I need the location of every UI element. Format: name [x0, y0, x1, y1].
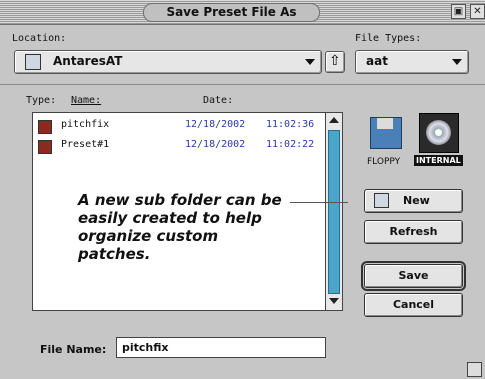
- file-icon: [38, 140, 52, 154]
- scroll-up-icon[interactable]: [329, 117, 339, 123]
- file-name-label: File Name:: [40, 343, 107, 356]
- file-types-value: aat: [366, 54, 388, 68]
- list-item[interactable]: pitchfix 12/18/2002 11:02:36: [33, 119, 325, 137]
- location-label: Location:: [12, 33, 67, 44]
- chevron-down-icon: [452, 59, 462, 65]
- annotation-text: A new sub folder can be easily created t…: [78, 191, 282, 263]
- chevron-down-icon: [305, 59, 315, 65]
- divider: [0, 84, 485, 85]
- scroll-track[interactable]: [328, 130, 340, 294]
- list-scrollbar[interactable]: [325, 112, 343, 311]
- folder-icon: [374, 193, 389, 208]
- folder-icon: [25, 54, 41, 70]
- file-name-input[interactable]: [116, 337, 326, 358]
- new-folder-label: New: [403, 194, 430, 207]
- save-button[interactable]: Save: [361, 261, 466, 291]
- resize-handle[interactable]: [467, 362, 482, 377]
- floppy-icon[interactable]: [370, 117, 402, 149]
- refresh-button[interactable]: Refresh: [364, 220, 463, 244]
- scroll-down-icon[interactable]: [329, 298, 339, 304]
- cancel-button[interactable]: Cancel: [364, 293, 463, 317]
- window-title: Save Preset File As: [143, 3, 320, 22]
- parent-folder-button[interactable]: ⇧: [325, 51, 345, 73]
- date-header[interactable]: Date:: [203, 95, 233, 106]
- close-icon[interactable]: ✕: [470, 4, 485, 19]
- location-dropdown[interactable]: AntaresAT: [14, 50, 322, 74]
- collapse-icon[interactable]: ▣: [451, 4, 466, 19]
- name-header[interactable]: Name:: [71, 95, 101, 106]
- floppy-label: FLOPPY: [367, 157, 401, 167]
- file-icon: [38, 120, 52, 134]
- list-item[interactable]: Preset#1 12/18/2002 11:02:22: [33, 139, 325, 157]
- new-folder-button[interactable]: New: [364, 189, 463, 213]
- internal-label: INTERNAL: [414, 155, 463, 166]
- up-arrow-icon: ⇧: [329, 53, 341, 69]
- location-value: AntaresAT: [53, 54, 123, 68]
- file-types-dropdown[interactable]: aat: [355, 50, 469, 74]
- type-header: Type:: [26, 95, 57, 106]
- cd-icon[interactable]: [419, 113, 459, 153]
- annotation-pointer: [290, 202, 348, 203]
- file-types-label: File Types:: [355, 33, 422, 44]
